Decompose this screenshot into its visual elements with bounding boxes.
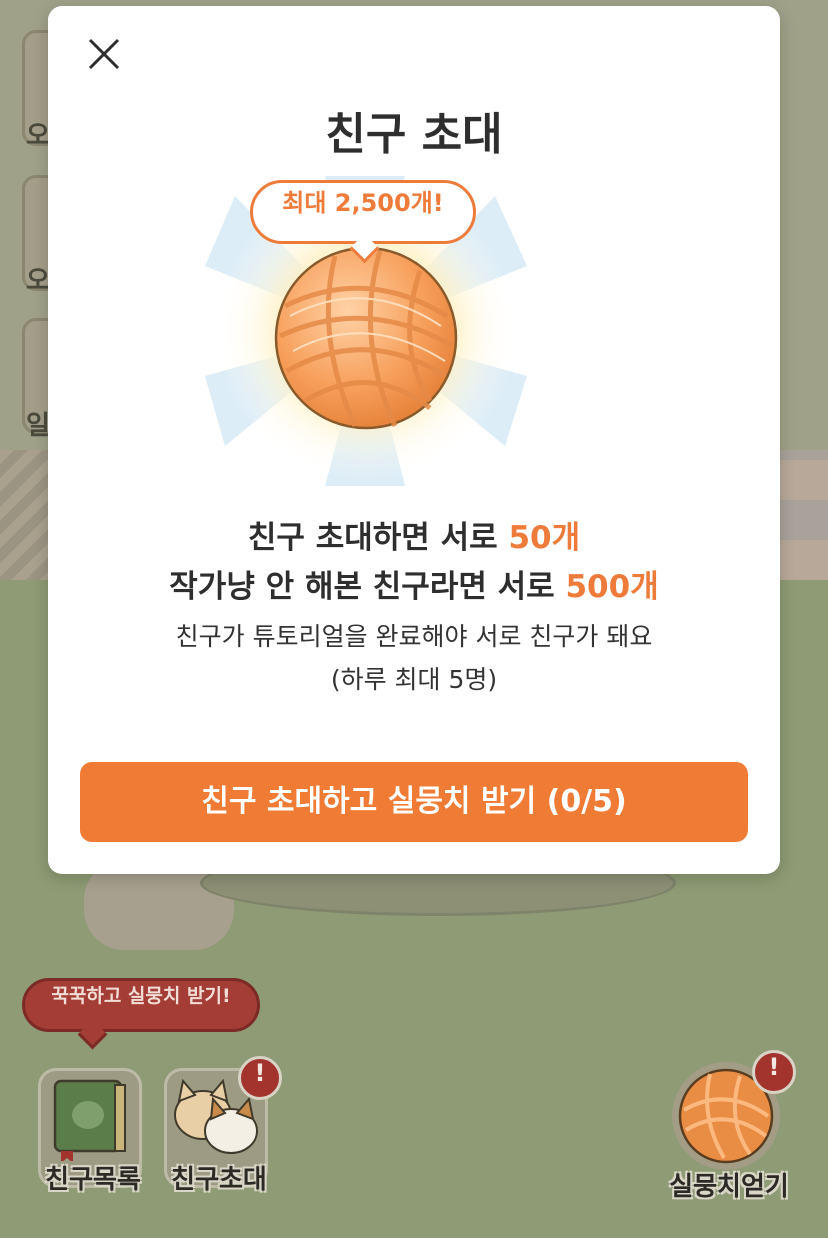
side-menu-item-2-label: 오: [26, 266, 50, 296]
book-icon: [53, 1079, 126, 1161]
reward-line-2: 작가냥 안 해본 친구라면 서로 500개: [48, 561, 780, 606]
friend-list-label: 친구목록: [45, 1165, 141, 1195]
friend-invite-alert-icon: !: [238, 1056, 282, 1100]
condition-text: 친구가 튜토리얼을 완료해야 서로 친구가 돼요: [175, 622, 653, 651]
daily-limit-text: (하루 최대 5명): [330, 665, 498, 694]
modal-title: 친구 초대: [325, 109, 503, 160]
reward-line-1-text: 친구 초대하면 서로: [247, 520, 509, 556]
friend-list-button[interactable]: 친구목록: [38, 1068, 142, 1195]
close-icon: [88, 38, 120, 70]
tip-bubble: 꾹꾹하고 실뭉치 받기!: [22, 978, 260, 1032]
invite-and-get-yarn-button[interactable]: 친구 초대하고 실뭉치 받기 (0/5): [80, 762, 748, 842]
reward-line-1: 친구 초대하면 서로 50개: [48, 512, 780, 557]
close-button[interactable]: [80, 30, 128, 78]
get-yarn-alert-icon: !: [752, 1050, 796, 1094]
get-yarn-label: 실뭉치얻기: [669, 1172, 789, 1202]
background-shelf: [780, 450, 828, 580]
reward-line-2-text: 작가냥 안 해본 친구라면 서로: [169, 569, 566, 605]
reward-line-1-amount: 50개: [508, 520, 581, 556]
reward-line-2-amount: 500개: [565, 569, 659, 605]
side-menu-item-3-label: 일: [26, 411, 50, 441]
side-menu-item-1-label: 오: [26, 121, 50, 151]
friend-invite-label: 친구초대: [171, 1165, 267, 1195]
